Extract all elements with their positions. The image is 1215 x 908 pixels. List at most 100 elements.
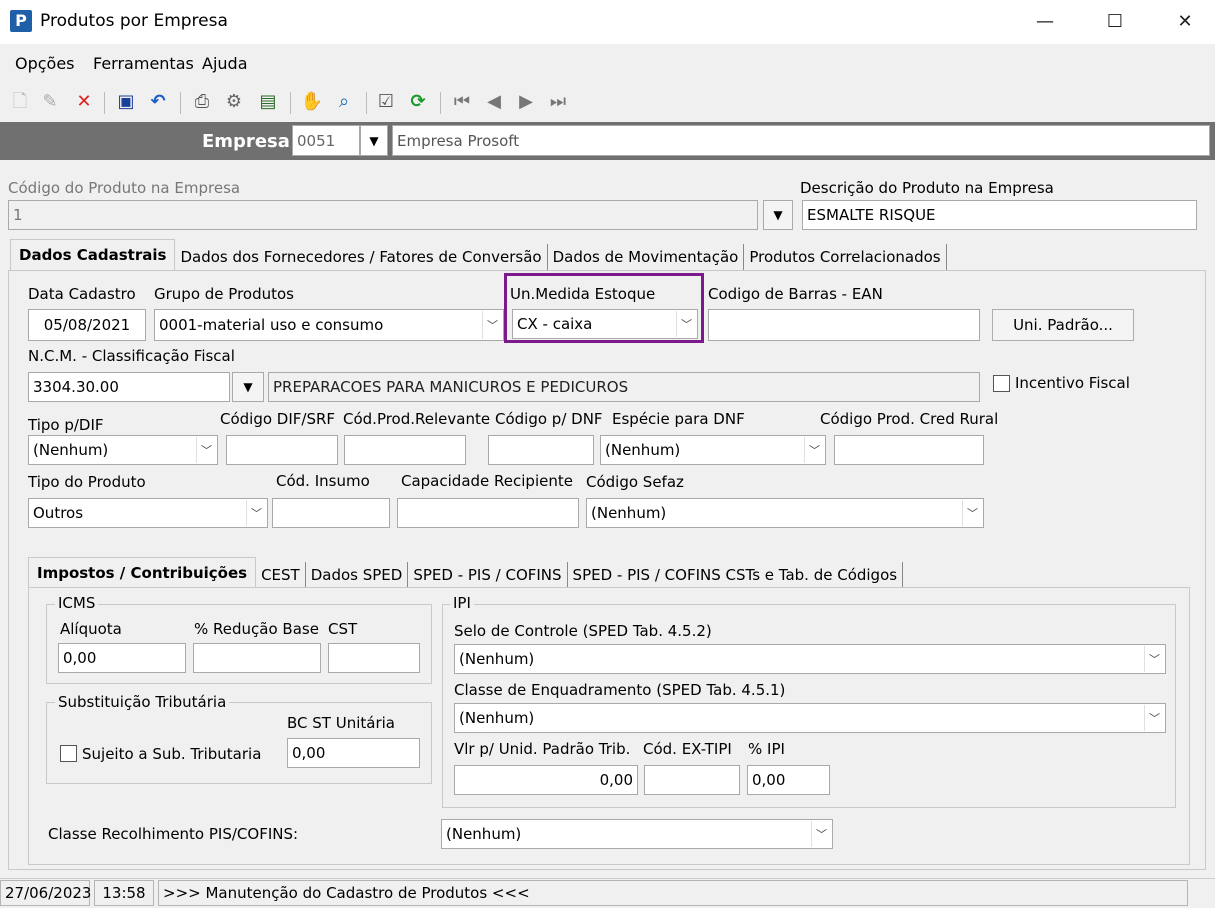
window-title: Produtos por Empresa bbox=[40, 11, 228, 31]
tipo-produto-select[interactable]: Outros ﹀ bbox=[28, 498, 268, 528]
status-time: 13:58 bbox=[94, 880, 154, 906]
properties-icon[interactable]: ☑ bbox=[374, 90, 398, 114]
toolbar-separator bbox=[180, 92, 181, 114]
descricao-produto-field[interactable]: ESMALTE RISQUE bbox=[802, 200, 1197, 230]
especie-dnf-label: Espécie para DNF bbox=[612, 410, 745, 428]
delete-icon[interactable]: ✕ bbox=[72, 90, 96, 114]
save-icon[interactable]: ▣ bbox=[114, 90, 138, 114]
empresa-dropdown-button[interactable]: ▼ bbox=[360, 125, 388, 156]
ncm-dropdown-button[interactable]: ▼ bbox=[232, 372, 264, 402]
uni-padrao-button[interactable]: Uni. Padrão... bbox=[992, 309, 1134, 341]
maximize-button[interactable]: ☐ bbox=[1100, 8, 1130, 36]
un-medida-select[interactable]: CX - caixa ﹀ bbox=[512, 309, 698, 339]
capacidade-recipiente-label: Capacidade Recipiente bbox=[401, 472, 573, 490]
tab-dados-sped[interactable]: Dados SPED bbox=[305, 562, 409, 588]
menu-ferramentas[interactable]: Ferramentas bbox=[93, 54, 194, 73]
status-date: 27/06/2023 bbox=[0, 880, 91, 906]
grupo-produtos-select[interactable]: 0001-material uso e consumo ﹀ bbox=[154, 309, 504, 341]
classe-enquadramento-select[interactable]: (Nenhum) ﹀ bbox=[454, 703, 1166, 733]
cst-label: CST bbox=[328, 620, 358, 638]
next-icon[interactable]: ▶ bbox=[514, 90, 538, 114]
print-icon[interactable]: ⎙ bbox=[190, 90, 214, 114]
refresh-icon[interactable]: ⟳ bbox=[406, 90, 430, 114]
chevron-down-icon: ﹀ bbox=[482, 311, 502, 339]
cod-cred-rural-field[interactable] bbox=[834, 435, 984, 465]
reducao-base-label: % Redução Base bbox=[194, 620, 319, 638]
menu-opcoes[interactable]: Opções bbox=[15, 54, 75, 73]
codigo-dif-field[interactable] bbox=[226, 435, 338, 465]
tab-cest[interactable]: CEST bbox=[256, 562, 306, 588]
tab-sped-pis-cofins-csts[interactable]: SPED - PIS / COFINS CSTs e Tab. de Códig… bbox=[567, 562, 904, 588]
ipi-title: IPI bbox=[450, 594, 474, 612]
tab-produtos-correlacionados[interactable]: Produtos Correlacionados bbox=[744, 244, 947, 270]
ncm-field[interactable]: 3304.30.00 bbox=[28, 372, 230, 402]
aliquota-field[interactable]: 0,00 bbox=[58, 643, 186, 673]
reducao-base-field[interactable] bbox=[193, 643, 321, 673]
vlr-unid-padrao-label: Vlr p/ Unid. Padrão Trib. bbox=[454, 740, 631, 758]
ex-tipi-field[interactable] bbox=[644, 765, 740, 795]
cod-insumo-field[interactable] bbox=[272, 498, 390, 528]
new-icon[interactable]: 🗋 bbox=[8, 90, 32, 114]
cod-prod-relevante-field[interactable] bbox=[344, 435, 466, 465]
minimize-button[interactable]: — bbox=[1030, 8, 1060, 36]
chevron-down-icon: ﹀ bbox=[1144, 705, 1164, 731]
last-icon[interactable]: ⏭ bbox=[546, 90, 570, 114]
chevron-down-icon: ﹀ bbox=[246, 500, 266, 526]
chevron-down-icon: ﹀ bbox=[1144, 646, 1164, 672]
aliquota-label: Alíquota bbox=[60, 620, 122, 638]
empresa-code-field[interactable]: 0051 bbox=[292, 125, 360, 156]
tab-dados-movimentacao[interactable]: Dados de Movimentação bbox=[547, 244, 745, 270]
data-cadastro-field[interactable]: 05/08/2021 bbox=[28, 309, 146, 341]
especie-dnf-select[interactable]: (Nenhum) ﹀ bbox=[600, 435, 826, 465]
un-medida-label: Un.Medida Estoque bbox=[510, 285, 656, 303]
ncm-description-field: PREPARACOES PARA MANICUROS E PEDICUROS bbox=[268, 372, 980, 402]
codigo-produto-label: Código do Produto na Empresa bbox=[8, 179, 241, 197]
codigo-produto-dropdown[interactable]: ▼ bbox=[763, 200, 793, 230]
toolbar bbox=[0, 86, 1215, 120]
capacidade-recipiente-field[interactable] bbox=[397, 498, 579, 528]
hand-icon[interactable]: ✋ bbox=[300, 90, 324, 114]
menu-ajuda[interactable]: Ajuda bbox=[202, 54, 248, 73]
empresa-label: Empresa bbox=[202, 131, 290, 152]
first-icon[interactable]: ⏮ bbox=[450, 90, 474, 114]
classe-recolhimento-select[interactable]: (Nenhum) ﹀ bbox=[441, 819, 833, 849]
vlr-unid-padrao-field[interactable]: 0,00 bbox=[454, 765, 638, 795]
bc-st-unitaria-label: BC ST Unitária bbox=[287, 714, 395, 732]
tab-impostos-contribuicoes[interactable]: Impostos / Contribuições bbox=[28, 557, 257, 588]
codigo-dif-label: Código DIF/SRF bbox=[220, 410, 336, 428]
data-cadastro-label: Data Cadastro bbox=[28, 285, 136, 303]
codigo-produto-field[interactable]: 1 bbox=[8, 200, 758, 230]
sujeito-sub-tributaria-checkbox[interactable] bbox=[60, 745, 77, 762]
edit-icon[interactable]: ✎ bbox=[38, 90, 62, 114]
toolbar-separator bbox=[440, 92, 441, 114]
ean-field[interactable] bbox=[708, 309, 980, 341]
cst-field[interactable] bbox=[328, 643, 420, 673]
export-icon[interactable]: ▤ bbox=[256, 90, 280, 114]
close-button[interactable]: ✕ bbox=[1170, 8, 1200, 36]
classe-recolhimento-value: (Nenhum) bbox=[446, 825, 522, 843]
tipo-dif-select[interactable]: (Nenhum) ﹀ bbox=[28, 435, 218, 465]
undo-icon[interactable]: ↶ bbox=[146, 90, 170, 114]
print-setup-icon[interactable]: ⚙ bbox=[222, 90, 246, 114]
tab-sped-pis-cofins[interactable]: SPED - PIS / COFINS bbox=[408, 562, 568, 588]
empresa-name-field: Empresa Prosoft bbox=[392, 125, 1210, 156]
tab-dados-cadastrais[interactable]: Dados Cadastrais bbox=[10, 239, 176, 270]
search-icon[interactable]: ⌕ bbox=[332, 90, 356, 114]
toolbar-separator bbox=[290, 92, 291, 114]
grupo-produtos-value: 0001-material uso e consumo bbox=[159, 316, 384, 334]
app-logo-icon: P bbox=[10, 10, 32, 32]
codigo-dnf-label: Código p/ DNF bbox=[495, 410, 603, 428]
ncm-label: N.C.M. - Classificação Fiscal bbox=[28, 347, 235, 365]
tab-dados-fornecedores[interactable]: Dados dos Fornecedores / Fatores de Conv… bbox=[175, 244, 548, 270]
especie-dnf-value: (Nenhum) bbox=[605, 441, 681, 459]
toolbar-separator bbox=[366, 92, 367, 114]
tipo-produto-value: Outros bbox=[33, 504, 84, 522]
selo-controle-select[interactable]: (Nenhum) ﹀ bbox=[454, 644, 1166, 674]
pct-ipi-field[interactable]: 0,00 bbox=[747, 765, 830, 795]
bc-st-unitaria-field[interactable]: 0,00 bbox=[287, 738, 420, 768]
chevron-down-icon: ﹀ bbox=[811, 821, 831, 847]
prev-icon[interactable]: ◀ bbox=[482, 90, 506, 114]
incentivo-fiscal-checkbox[interactable] bbox=[993, 375, 1010, 392]
codigo-sefaz-select[interactable]: (Nenhum) ﹀ bbox=[586, 498, 984, 528]
codigo-dnf-field[interactable] bbox=[488, 435, 594, 465]
